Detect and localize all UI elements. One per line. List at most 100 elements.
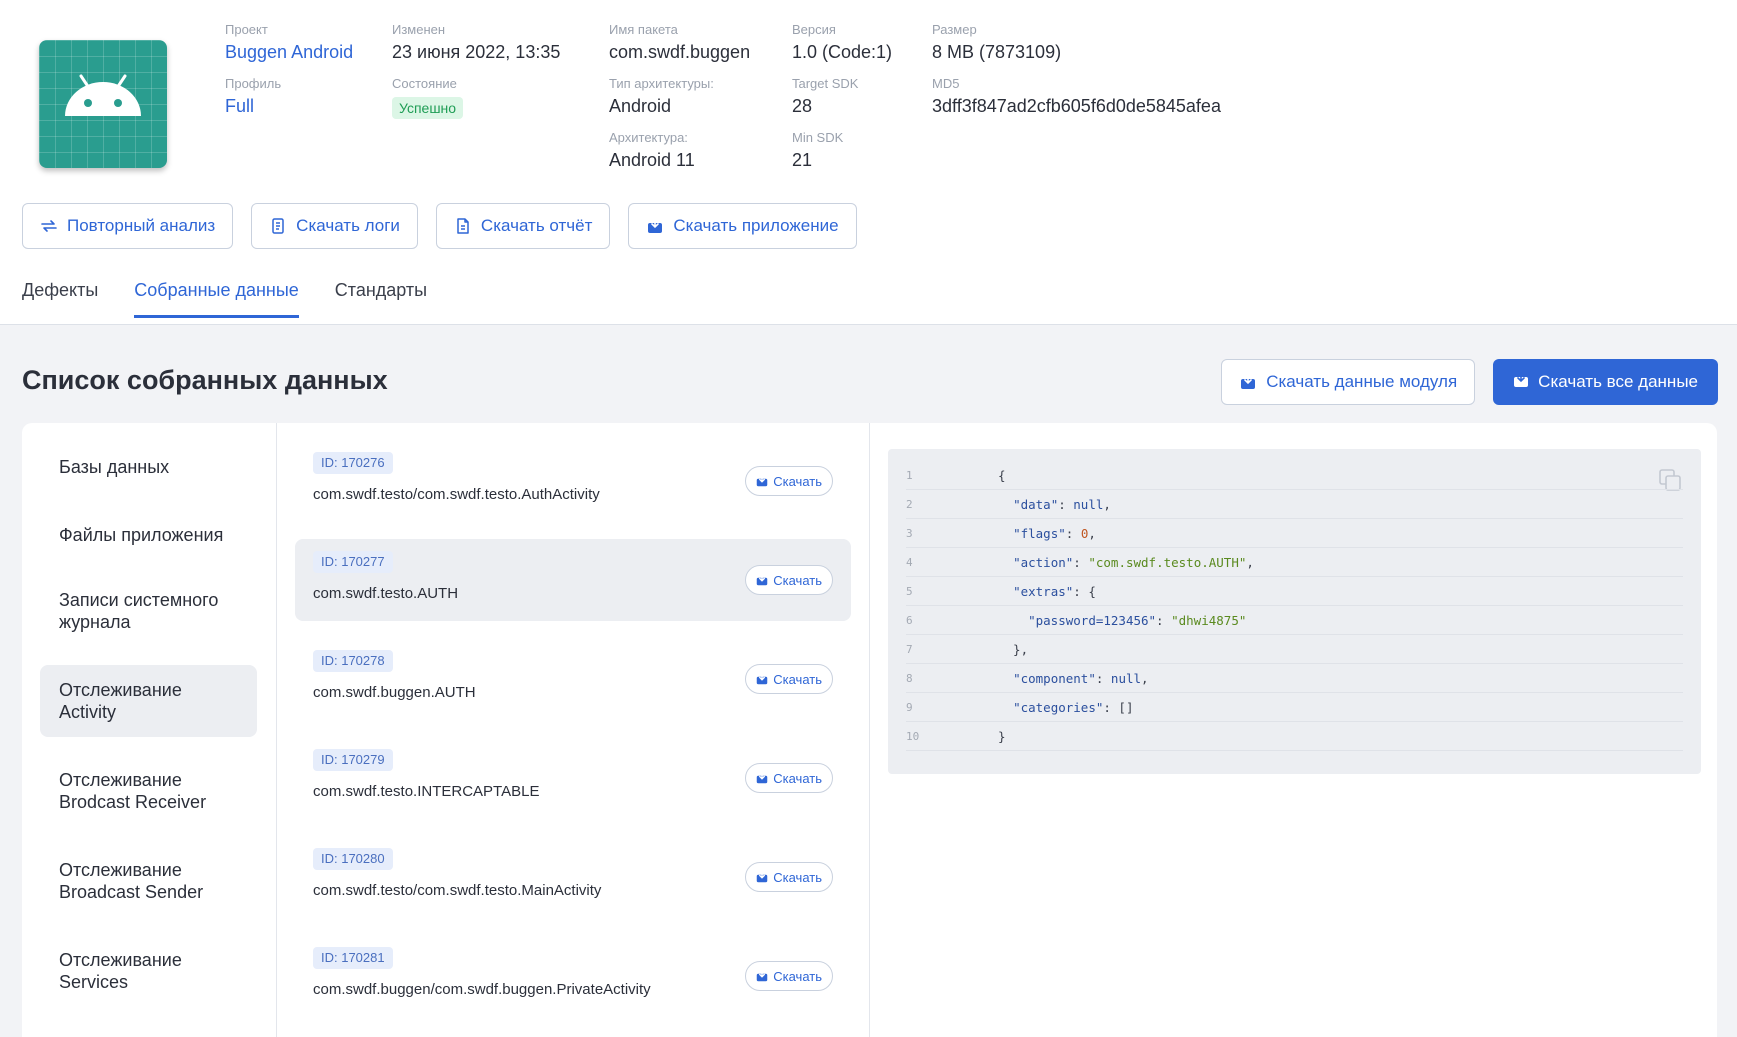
record-list: ID: 170276 com.swdf.testo/com.swdf.testo… bbox=[277, 423, 870, 1037]
sidebar-item-app-files[interactable]: Файлы приложения bbox=[40, 507, 257, 563]
line-number: 2 bbox=[906, 497, 913, 511]
record-id-badge: ID: 170280 bbox=[313, 848, 393, 870]
download-box-icon bbox=[1239, 373, 1257, 391]
record-path: com.swdf.testo.AUTH bbox=[313, 585, 459, 602]
meta-value: Android 11 bbox=[609, 150, 695, 170]
project-name-link[interactable]: Buggen Android bbox=[225, 40, 353, 64]
sidebar-item-system-log[interactable]: Записи системного журнала bbox=[40, 575, 257, 647]
record-id-badge: ID: 170281 bbox=[313, 947, 393, 969]
download-app-button[interactable]: Скачать приложение bbox=[628, 203, 857, 249]
meta-value: 23 июня 2022, 13:35 bbox=[392, 42, 561, 62]
download-box-icon bbox=[757, 673, 768, 685]
record-path: com.swdf.buggen.AUTH bbox=[313, 684, 476, 701]
sidebar-item-broadcast-receiver[interactable]: Отслеживание Brodcast Receiver bbox=[40, 755, 257, 827]
download-module-data-label: Скачать данные модуля bbox=[1266, 372, 1458, 391]
meta-label: Имя пакета bbox=[609, 22, 678, 37]
status-badge: Успешно bbox=[392, 97, 464, 119]
meta-value: 3dff3f847ad2cfb605f6d0de5845afea bbox=[932, 96, 1221, 116]
download-box-icon bbox=[757, 871, 768, 883]
record-download-label: Скачать bbox=[773, 473, 822, 489]
meta-version: Версия 1.0 (Code:1) bbox=[792, 22, 892, 64]
page-actions: Скачать данные модуля Скачать все данные bbox=[1221, 359, 1718, 405]
profile-link[interactable]: Full bbox=[225, 94, 281, 118]
download-box-icon bbox=[757, 574, 768, 586]
code-text: "component": null, bbox=[1013, 670, 1149, 686]
code-text: "password=123456": "dhwi4875" bbox=[1028, 612, 1247, 628]
code-text: }, bbox=[998, 641, 1029, 657]
code-text: } bbox=[998, 728, 1006, 744]
code-line: 1{ bbox=[906, 461, 1683, 490]
tab-defects[interactable]: Дефекты bbox=[22, 280, 98, 318]
meta-label: MD5 bbox=[932, 76, 960, 91]
meta-min-sdk: Min SDK 21 bbox=[792, 130, 843, 172]
line-number: 3 bbox=[906, 526, 913, 540]
list-item[interactable]: ID: 170278 com.swdf.buggen.AUTH Скачать bbox=[295, 638, 851, 720]
meta-arch-type: Тип архитектуры: Android bbox=[609, 76, 714, 118]
meta-value: 8 MB (7873109) bbox=[932, 42, 1062, 62]
sidebar-item-services[interactable]: Отслеживание Services bbox=[40, 935, 257, 1007]
meta-package: Имя пакета com.swdf.buggen bbox=[609, 22, 750, 64]
line-number: 6 bbox=[906, 613, 913, 627]
meta-status: Состояние Успешно bbox=[392, 76, 464, 119]
record-download-button[interactable]: Скачать bbox=[745, 961, 833, 991]
tab-bar: Дефекты Собранные данные Стандарты bbox=[22, 280, 427, 318]
action-bar: Повторный анализ Скачать логи Скачать от… bbox=[22, 203, 857, 249]
code-line: 2 "data": null, bbox=[906, 490, 1683, 519]
record-path: com.swdf.buggen/com.swdf.buggen.PrivateA… bbox=[313, 981, 651, 998]
download-box-icon bbox=[757, 772, 768, 784]
download-app-label: Скачать приложение bbox=[673, 216, 839, 235]
android-robot-icon bbox=[65, 74, 141, 116]
tab-standards[interactable]: Стандарты bbox=[335, 280, 427, 318]
record-id-badge: ID: 170279 bbox=[313, 749, 393, 771]
record-download-button[interactable]: Скачать bbox=[745, 466, 833, 496]
meta-label: Размер bbox=[932, 22, 977, 37]
record-path: com.swdf.testo/com.swdf.testo.MainActivi… bbox=[313, 882, 602, 899]
line-number: 10 bbox=[906, 729, 920, 743]
line-number: 4 bbox=[906, 555, 913, 569]
list-item[interactable]: ID: 170277 com.swdf.testo.AUTH Скачать bbox=[295, 539, 851, 621]
download-report-button[interactable]: Скачать отчёт bbox=[435, 203, 611, 249]
list-item[interactable]: ID: 170279 com.swdf.testo.INTERCAPTABLE … bbox=[295, 737, 851, 819]
content-area: Список собранных данных Скачать данные м… bbox=[0, 325, 1737, 1037]
record-download-button[interactable]: Скачать bbox=[745, 862, 833, 892]
code-text: "extras": { bbox=[1013, 583, 1096, 599]
meta-modified: Изменен 23 июня 2022, 13:35 bbox=[392, 22, 560, 64]
meta-label: Изменен bbox=[392, 22, 446, 37]
record-download-button[interactable]: Скачать bbox=[745, 565, 833, 595]
meta-target-sdk: Target SDK 28 bbox=[792, 76, 858, 118]
download-all-data-button[interactable]: Скачать все данные bbox=[1493, 359, 1718, 405]
code-line: 7 }, bbox=[906, 635, 1683, 664]
list-item[interactable]: ID: 170280 com.swdf.testo/com.swdf.testo… bbox=[295, 836, 851, 918]
record-download-button[interactable]: Скачать bbox=[745, 664, 833, 694]
json-viewer: 1{2 "data": null, 3 "flags": 0, 4 "action"… bbox=[888, 449, 1701, 774]
code-text: "categories": [] bbox=[1013, 699, 1134, 715]
android-app-icon bbox=[39, 40, 167, 168]
list-item[interactable]: ID: 170281 com.swdf.buggen/com.swdf.bugg… bbox=[295, 935, 851, 1017]
meta-label: Тип архитектуры: bbox=[609, 76, 714, 91]
meta-label: Min SDK bbox=[792, 130, 844, 145]
line-number: 1 bbox=[906, 468, 913, 482]
report-file-icon bbox=[454, 217, 472, 235]
meta-value: 1.0 (Code:1) bbox=[792, 42, 893, 62]
sidebar-item-activity-tracking[interactable]: Отслеживание Activity bbox=[40, 665, 257, 737]
refresh-icon bbox=[40, 217, 58, 235]
line-number: 8 bbox=[906, 671, 913, 685]
meta-architecture: Архитектура: Android 11 bbox=[609, 130, 695, 172]
sidebar-item-broadcast-sender[interactable]: Отслеживание Broadcast Sender bbox=[40, 845, 257, 917]
record-download-button[interactable]: Скачать bbox=[745, 763, 833, 793]
reanalyze-button[interactable]: Повторный анализ bbox=[22, 203, 234, 249]
record-download-label: Скачать bbox=[773, 671, 822, 687]
record-download-label: Скачать bbox=[773, 770, 822, 786]
record-id-badge: ID: 170278 bbox=[313, 650, 393, 672]
tab-collected-data[interactable]: Собранные данные bbox=[134, 280, 299, 318]
meta-value: Android bbox=[609, 96, 672, 116]
list-item[interactable]: ID: 170276 com.swdf.testo/com.swdf.testo… bbox=[295, 440, 851, 522]
download-all-data-label: Скачать все данные bbox=[1538, 372, 1698, 391]
download-box-icon bbox=[646, 217, 664, 235]
download-module-data-button[interactable]: Скачать данные модуля bbox=[1221, 359, 1476, 405]
download-logs-button[interactable]: Скачать логи bbox=[251, 203, 418, 249]
line-number: 9 bbox=[906, 700, 913, 714]
meta-label: Target SDK bbox=[792, 76, 859, 91]
code-text: { bbox=[998, 467, 1006, 483]
sidebar-item-databases[interactable]: Базы данных bbox=[40, 439, 257, 495]
